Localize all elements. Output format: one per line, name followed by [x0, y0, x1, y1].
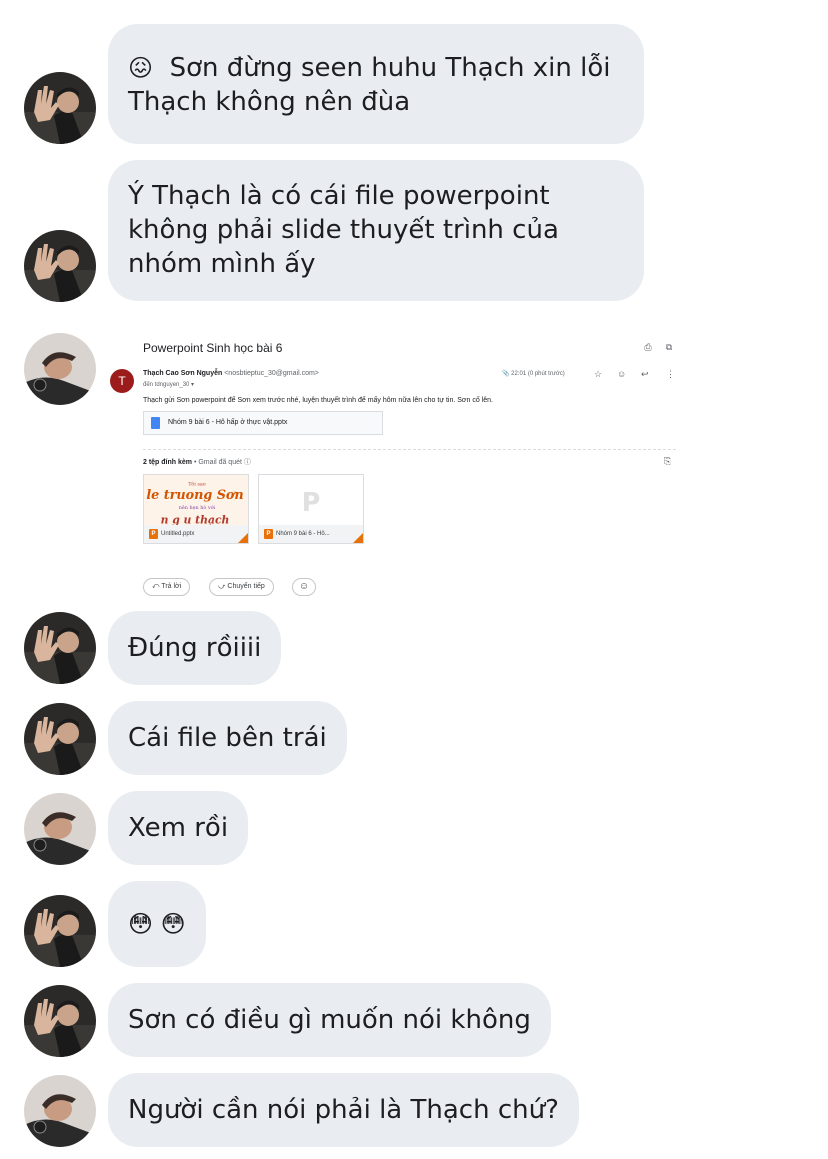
avatar-photo	[24, 1075, 96, 1147]
forward-button: ⤻ Chuyển tiếp	[209, 578, 274, 596]
divider	[143, 449, 676, 450]
avatar-photo	[24, 703, 96, 775]
avatar-photo	[24, 612, 96, 684]
recipient-line: đến tdnguyen_30 ▾	[143, 382, 195, 388]
message-text: Sơn có điều gì muốn nói không	[128, 1005, 531, 1035]
avatar[interactable]	[24, 612, 96, 684]
avatar[interactable]	[24, 1075, 96, 1147]
attachment-icon: 📎	[502, 371, 510, 377]
emoji-icon: ☺	[617, 369, 627, 379]
attachment-card: P Nhóm 9 bài 6 - Hô... P	[258, 474, 364, 544]
message-bubble: Ý Thạch là có cái file powerpoint không …	[108, 160, 644, 301]
email-screenshot[interactable]: Powerpoint Sinh học bài 6 ⎙ ⧉ T Thạch Ca…	[108, 328, 683, 603]
page-corner	[353, 533, 363, 543]
message-text: Cái file bên trái	[128, 723, 327, 753]
document-icon	[151, 417, 160, 429]
message-text: Thạch không nên đùa	[128, 87, 411, 117]
message-text: Đúng rồiiii	[128, 633, 262, 663]
thumb-line: nên hẹn hò với	[179, 504, 216, 511]
more-icon: ⋮	[666, 369, 675, 379]
emoji-persevering-icon: 😖	[128, 54, 154, 82]
message-bubble: 😖 Sơn đừng seen huhu Thạch xin lỗi Thạch…	[108, 24, 644, 144]
avatar[interactable]	[24, 703, 96, 775]
attachment-card: Tôi sao le truong Sơn nên hẹn hò với n g…	[143, 474, 249, 544]
avatar[interactable]	[24, 895, 96, 967]
message-bubble: Sơn có điều gì muốn nói không	[108, 983, 551, 1057]
emoji-flushed-icon: 😳 😳	[128, 910, 186, 938]
avatar-photo	[24, 230, 96, 302]
reply-icon: ↩	[641, 369, 649, 379]
avatar-photo	[24, 793, 96, 865]
sender-name: Thạch Cao Sơn Nguyễn	[143, 370, 223, 377]
attachment-thumbnail: Tôi sao le truong Sơn nên hẹn hò với n g…	[144, 475, 248, 527]
avatar-photo	[24, 333, 96, 405]
thumbnail-art: P	[302, 488, 321, 518]
message-text: Người cần nói phải là Thạch chứ?	[128, 1095, 559, 1125]
avatar[interactable]	[24, 333, 96, 405]
powerpoint-icon: P	[264, 529, 273, 539]
thumb-line: Tôi sao	[188, 480, 206, 487]
powerpoint-placeholder-icon: P	[302, 488, 321, 518]
star-icon: ☆	[594, 369, 603, 379]
message-bubble: Cái file bên trái	[108, 701, 347, 775]
avatar-photo	[24, 895, 96, 967]
powerpoint-icon: P	[149, 529, 158, 539]
message-text: Ý Thạch là có cái file powerpoint	[128, 181, 550, 211]
sender-avatar: T	[110, 369, 134, 393]
page-corner	[238, 533, 248, 543]
sender-email: <nosbtieptuc_30@gmail.com>	[224, 370, 319, 377]
add-to-drive-icon: ⎘	[664, 456, 672, 466]
avatar[interactable]	[24, 72, 96, 144]
emoji-reaction-icon: ☺	[292, 578, 316, 596]
email-subject: Powerpoint Sinh học bài 6	[143, 341, 283, 355]
message-text: Xem rồi	[128, 813, 229, 843]
attachment-name: Nhóm 9 bài 6 - Hô...	[259, 525, 363, 543]
inline-file-link: Nhóm 9 bài 6 - Hô hấp ở thực vật.pptx	[143, 411, 383, 435]
message-bubble: 😳 😳	[108, 881, 206, 967]
email-body: Thạch gửi Sơn powerpoint để Sơn xem trướ…	[143, 397, 493, 404]
print-icon: ⎙	[644, 342, 652, 352]
attachments-header: 2 tệp đính kèm • Gmail đã quét ⓘ	[143, 459, 251, 466]
thumb-line: le truong Sơn	[146, 488, 243, 503]
message-text: nhóm mình ấy	[128, 249, 316, 279]
attachment-name: Untitled.pptx	[144, 525, 248, 543]
message-bubble: Đúng rồiiii	[108, 611, 282, 685]
avatar-photo	[24, 72, 96, 144]
sender-line: Thạch Cao Sơn Nguyễn <nosbtieptuc_30@gma…	[143, 370, 319, 377]
message-bubble: Xem rồi	[108, 791, 249, 865]
message-bubble: Người cần nói phải là Thạch chứ?	[108, 1073, 579, 1147]
avatar[interactable]	[24, 230, 96, 302]
email-time: 📎 22:01 (0 phút trước)	[502, 371, 565, 377]
attachment-thumbnail: P	[259, 475, 363, 527]
inline-file-name: Nhóm 9 bài 6 - Hô hấp ở thực vật.pptx	[168, 419, 288, 426]
avatar-photo	[24, 985, 96, 1057]
message-text: không phải slide thuyết trình của	[128, 215, 559, 245]
avatar[interactable]	[24, 985, 96, 1057]
thumbnail-art: Tôi sao le truong Sơn nên hẹn hò với n g…	[146, 480, 243, 526]
open-new-window-icon: ⧉	[665, 342, 673, 352]
avatar[interactable]	[24, 793, 96, 865]
message-text: Sơn đừng seen huhu Thạch xin lỗi	[169, 53, 611, 83]
reply-button: ⤺ Trả lời	[143, 578, 191, 596]
